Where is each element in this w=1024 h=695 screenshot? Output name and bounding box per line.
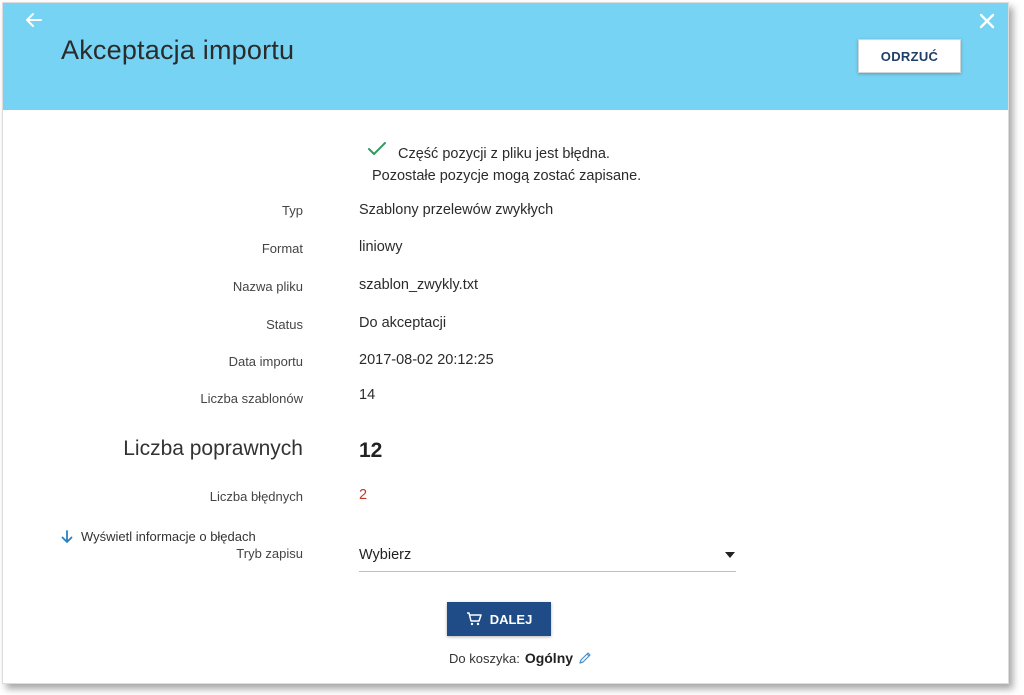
next-button-label: DALEJ: [489, 611, 533, 627]
basket-value: Ogólny: [524, 650, 574, 666]
dialog-header: Akceptacja importu ODRZUĆ: [3, 3, 1008, 110]
status-label: Status: [266, 317, 303, 332]
basket-label: Do koszyka:: [449, 650, 520, 666]
chevron-down-icon: [725, 552, 735, 558]
correct-count-value: 12: [359, 439, 383, 462]
save-mode-select[interactable]: Wybierz: [359, 541, 736, 572]
status-message-line2: Pozostałe pozycje mogą zostać zapisane.: [372, 168, 642, 184]
correct-count-label: Liczba poprawnych: [123, 437, 303, 460]
back-arrow-icon[interactable]: [23, 9, 45, 31]
arrow-down-icon: [61, 529, 73, 543]
type-label: Typ: [282, 203, 303, 218]
status-message-line1: Część pozycji z pliku jest błędna.: [398, 146, 610, 162]
import-date-label: Data importu: [228, 354, 303, 369]
format-value: liniowy: [359, 239, 403, 255]
error-count-label: Liczba błędnych: [209, 489, 303, 504]
check-icon: [368, 142, 386, 155]
template-count-value: 14: [359, 387, 376, 403]
save-mode-selected: Wybierz: [359, 547, 412, 563]
status-value: Do akceptacji: [359, 315, 447, 331]
file-name-value: szablon_zwykly.txt: [359, 277, 478, 293]
error-count-value: 2: [359, 487, 368, 503]
show-error-info-label: Wyświetl informacje o błędach: [81, 529, 256, 544]
page-title: Akceptacja importu: [61, 35, 295, 65]
file-name-label: Nazwa pliku: [232, 279, 303, 294]
next-button[interactable]: DALEJ: [447, 602, 551, 636]
import-date-value: 2017-08-02 20:12:25: [359, 352, 494, 368]
show-error-info-link[interactable]: Wyświetl informacje o błędach: [61, 529, 256, 544]
import-acceptance-dialog: Akceptacja importu ODRZUĆ Część pozycji …: [2, 2, 1009, 684]
close-icon[interactable]: [975, 9, 999, 33]
cart-icon: [466, 612, 482, 626]
basket-info: Do koszyka: Ogólny: [449, 650, 592, 666]
save-mode-label: Tryb zapisu: [236, 546, 303, 561]
reject-button[interactable]: ODRZUĆ: [858, 39, 961, 73]
pencil-icon[interactable]: [578, 651, 592, 665]
template-count-label: Liczba szablonów: [200, 391, 303, 406]
format-label: Format: [261, 241, 303, 256]
type-value: Szablony przelewów zwykłych: [359, 202, 554, 218]
